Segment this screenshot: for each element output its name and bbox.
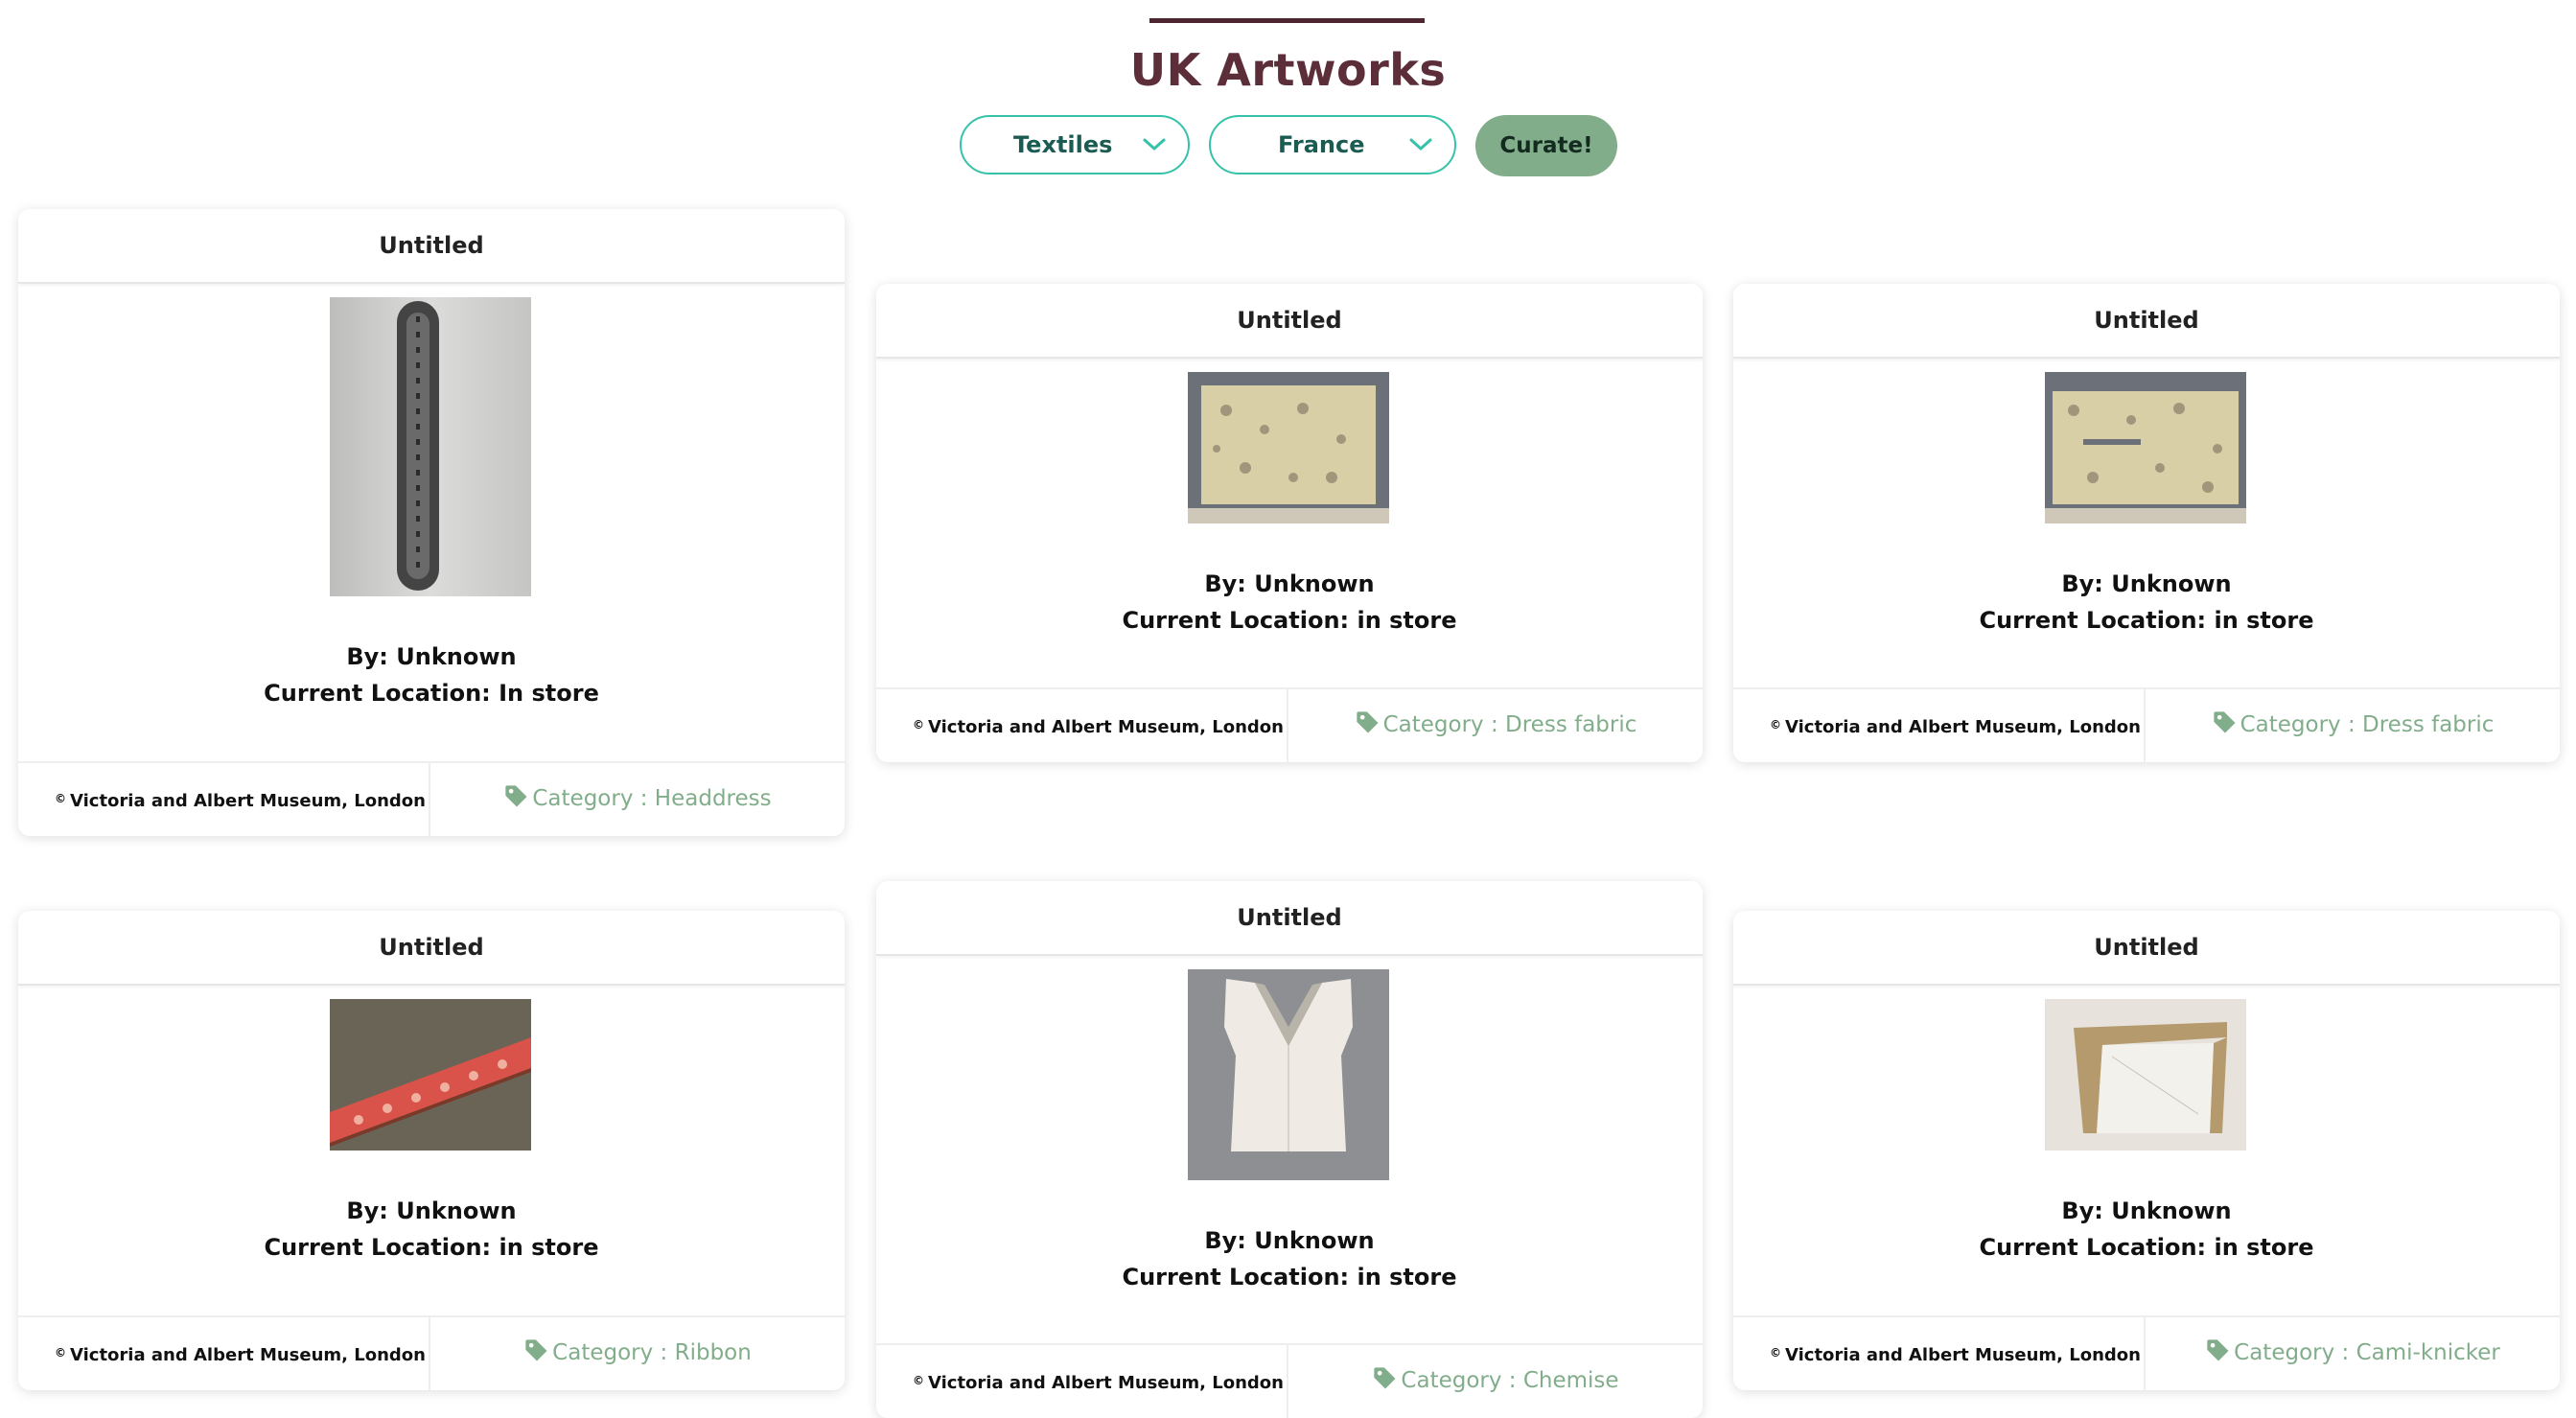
artwork-location: Current Location: in store (1979, 1234, 2314, 1261)
country-select-value: France (1278, 131, 1365, 158)
museum-credit: © Victoria and Albert Museum, London (876, 689, 1288, 762)
copyright-symbol: © (1770, 1346, 1781, 1360)
card-title: Untitled (1733, 911, 2560, 986)
tag-icon (1374, 1367, 1396, 1389)
copyright-symbol: © (55, 792, 66, 805)
artwork-image[interactable] (330, 999, 531, 1151)
artwork-card[interactable]: Untitled By: Unknown Current Location: i… (876, 284, 1703, 762)
credit-text: Victoria and Albert Museum, London (1785, 717, 2141, 737)
museum-credit: © Victoria and Albert Museum, London (876, 1345, 1288, 1418)
card-title: Untitled (876, 881, 1703, 956)
artwork-artist: By: Unknown (346, 1197, 517, 1224)
copyright-symbol: © (913, 1374, 924, 1387)
category-label: Category : Dress fabric (2239, 712, 2495, 737)
artwork-location: Current Location: in store (264, 1234, 599, 1261)
curate-button[interactable]: Curate! (1475, 115, 1617, 176)
credit-text: Victoria and Albert Museum, London (70, 791, 426, 811)
tag-icon (2207, 1339, 2229, 1361)
category-select-value: Textiles (1013, 131, 1113, 158)
artwork-artist: By: Unknown (346, 643, 517, 670)
category-label: Category : Dress fabric (1382, 712, 1637, 737)
tag-icon (505, 785, 527, 807)
artwork-artist: By: Unknown (1204, 570, 1375, 597)
chevron-down-icon (1143, 138, 1166, 151)
tag-icon (1356, 711, 1379, 733)
artwork-card[interactable]: Untitled By: Unknown Current Location: i… (876, 881, 1703, 1418)
category-label: Category : Ribbon (552, 1340, 752, 1365)
card-title: Untitled (18, 911, 845, 986)
chevron-down-icon (1409, 138, 1432, 151)
credit-text: Victoria and Albert Museum, London (70, 1345, 426, 1365)
artwork-card[interactable]: Untitled By: Unknown Current Location: I… (18, 209, 845, 836)
tag-icon (2213, 711, 2236, 733)
credit-text: Victoria and Albert Museum, London (1785, 1345, 2141, 1365)
artwork-image[interactable] (2045, 999, 2246, 1151)
card-title: Untitled (18, 209, 845, 284)
artwork-image[interactable] (2045, 372, 2246, 523)
copyright-symbol: © (1770, 718, 1781, 732)
category-tag[interactable]: Category : Cami-knicker (2146, 1317, 2560, 1390)
category-tag[interactable]: Category : Dress fabric (2146, 689, 2560, 762)
copyright-symbol: © (55, 1346, 66, 1360)
tag-icon (525, 1339, 547, 1361)
artwork-card[interactable]: Untitled By: Unknown Current Location: i… (1733, 284, 2560, 762)
museum-credit: © Victoria and Albert Museum, London (1733, 689, 2146, 762)
copyright-symbol: © (913, 718, 924, 732)
category-label: Category : Cami-knicker (2234, 1340, 2500, 1365)
artwork-location: Current Location: in store (1979, 607, 2314, 634)
country-select[interactable]: France (1209, 115, 1456, 174)
category-select[interactable]: Textiles (960, 115, 1190, 174)
artwork-image[interactable] (1188, 372, 1389, 523)
title-divider (1149, 18, 1425, 23)
artwork-card[interactable]: Untitled By: Unknown Current Location: i… (1733, 911, 2560, 1390)
credit-text: Victoria and Albert Museum, London (928, 1373, 1284, 1393)
artwork-location: Current Location: In store (264, 680, 599, 707)
category-tag[interactable]: Category : Chemise (1288, 1345, 1703, 1418)
artwork-location: Current Location: in store (1122, 607, 1457, 634)
museum-credit: © Victoria and Albert Museum, London (18, 763, 430, 836)
museum-credit: © Victoria and Albert Museum, London (18, 1317, 430, 1390)
page-title: UK Artworks (1129, 44, 1447, 96)
category-tag[interactable]: Category : Dress fabric (1288, 689, 1703, 762)
artwork-image[interactable] (330, 297, 531, 596)
card-title: Untitled (876, 284, 1703, 359)
category-tag[interactable]: Category : Ribbon (430, 1317, 845, 1390)
museum-credit: © Victoria and Albert Museum, London (1733, 1317, 2146, 1390)
artwork-artist: By: Unknown (2061, 570, 2232, 597)
category-label: Category : Chemise (1401, 1368, 1619, 1393)
category-label: Category : Headdress (532, 786, 772, 811)
artwork-location: Current Location: in store (1122, 1264, 1457, 1290)
credit-text: Victoria and Albert Museum, London (928, 717, 1284, 737)
artwork-card[interactable]: Untitled By: Unknown Current Location: i… (18, 911, 845, 1390)
category-tag[interactable]: Category : Headdress (430, 763, 845, 836)
artwork-artist: By: Unknown (2061, 1197, 2232, 1224)
artwork-image[interactable] (1188, 969, 1389, 1180)
artwork-artist: By: Unknown (1204, 1227, 1375, 1254)
card-title: Untitled (1733, 284, 2560, 359)
